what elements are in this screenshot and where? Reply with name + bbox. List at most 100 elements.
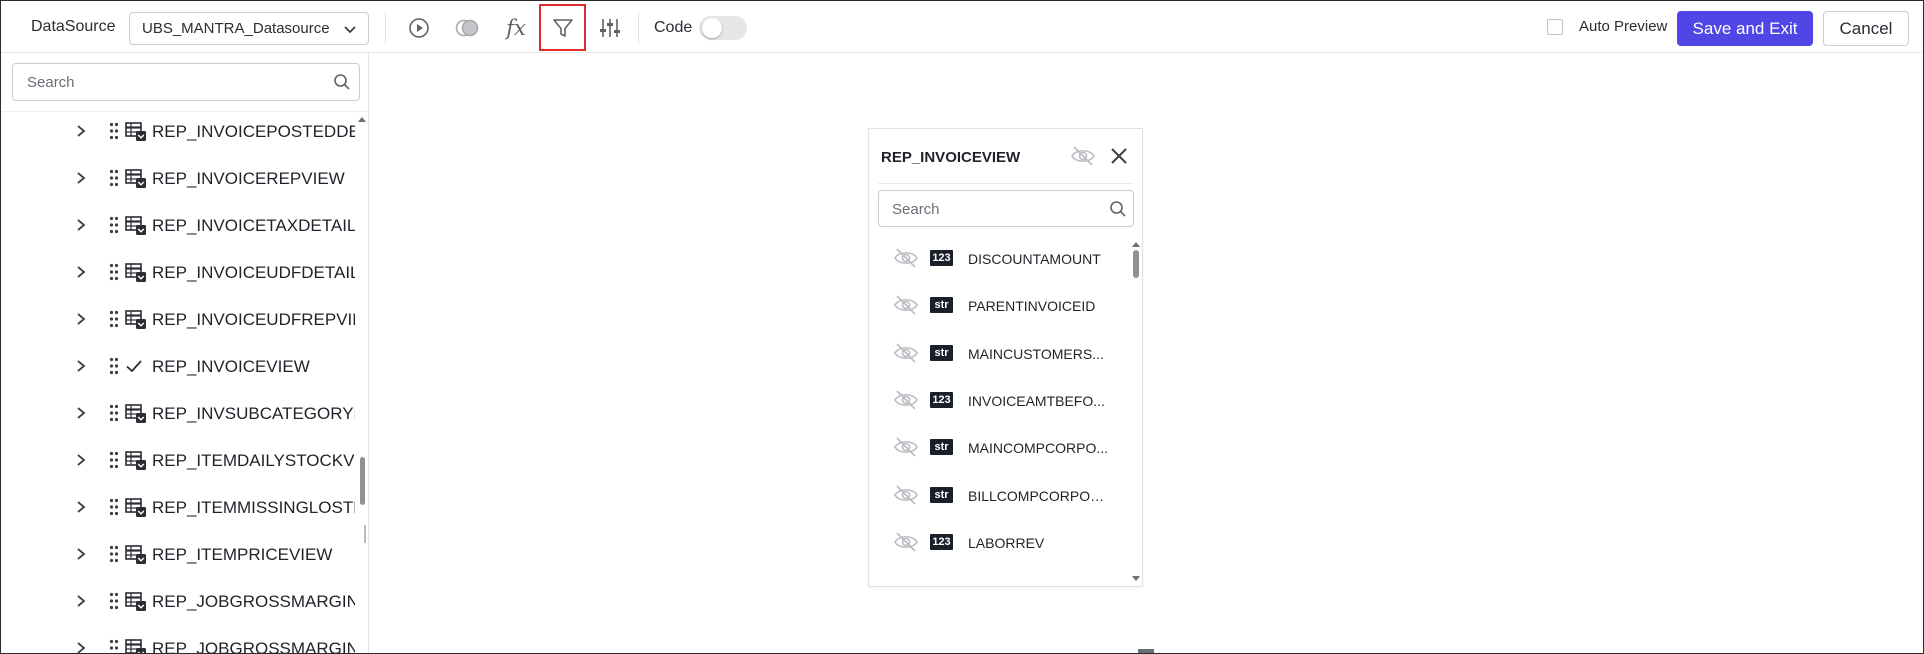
table-icon [125,122,146,141]
eye-off-icon[interactable] [893,247,919,269]
tree-item-label: REP_JOBGROSSMARGINS [152,639,355,654]
field-list-scrollbar-thumb[interactable] [1133,250,1139,278]
field-row[interactable]: str BILLCOMPCORPOR... [869,474,1129,521]
field-row[interactable]: str MAINCOMPCORPO... [869,426,1129,473]
scroll-up-arrow-icon[interactable] [1131,240,1141,248]
drag-handle-icon[interactable] [109,404,119,422]
eye-off-icon[interactable] [893,531,919,553]
chevron-right-icon[interactable] [74,171,88,185]
cancel-button[interactable]: Cancel [1823,11,1909,46]
table-icon [125,404,146,423]
code-label: Code [654,19,693,36]
chevron-right-icon[interactable] [74,218,88,232]
formula-button[interactable]: fx [501,13,531,43]
drag-handle-icon[interactable] [109,216,119,234]
table-icon [125,451,146,470]
field-name: MAINCUSTOMERS... [968,345,1104,362]
tree-item[interactable]: REP_ITEMPRICEVIEW [1,533,355,580]
table-icon [125,310,146,329]
tree-item-label: REP_INVOICEUDFREPVIEW [152,310,355,329]
tree-item[interactable]: REP_ITEMDAILYSTOCKVIE [1,439,355,486]
search-icon[interactable] [333,73,351,91]
table-field-panel[interactable]: REP_INVOICEVIEW 123 DISCOUNTAMOUNT str PARE… [868,128,1143,587]
toolbar: DataSource UBS_MANTRA_Datasource fx Code [1,1,1923,53]
drag-handle-icon[interactable] [109,592,119,610]
tree-scrollbar-thumb[interactable] [360,457,365,505]
tree-item[interactable]: REP_INVOICEREPVIEW [1,157,355,204]
chevron-right-icon[interactable] [74,406,88,420]
chevron-right-icon[interactable] [74,359,88,373]
settings-sliders-button[interactable] [595,13,625,43]
table-icon [125,545,146,564]
chevron-right-icon[interactable] [74,312,88,326]
field-search-input[interactable] [892,199,1092,219]
drag-handle-icon[interactable] [109,639,119,654]
drag-handle-icon[interactable] [109,357,119,375]
search-icon[interactable] [1109,200,1127,218]
tree-item[interactable]: REP_INVOICEUDFREPVIEW [1,298,355,345]
chevron-right-icon[interactable] [74,547,88,561]
field-row[interactable]: 123 LABORREV [869,521,1129,568]
field-name: INVOICEAMTBEFO... [968,392,1105,409]
field-row[interactable]: str PARENTINVOICEID [869,284,1129,331]
drag-handle-icon[interactable] [109,122,119,140]
chevron-right-icon[interactable] [74,453,88,467]
eye-off-icon[interactable] [893,294,919,316]
tree-item[interactable]: REP_INVSUBCATEGORYLO [1,392,355,439]
toggle-preview-button[interactable] [452,13,482,43]
design-canvas[interactable] [370,53,1923,653]
chevron-right-icon[interactable] [74,500,88,514]
toolbar-separator [385,13,386,43]
field-type-badge: str [930,344,953,361]
canvas-edge-handle[interactable] [1138,649,1154,653]
run-icon [409,18,429,38]
tree-item[interactable]: REP_JOBGROSSMARGIND [1,580,355,627]
field-type-badge: 123 [930,250,953,266]
save-and-exit-button[interactable]: Save and Exit [1677,11,1813,46]
drag-handle-icon[interactable] [109,169,119,187]
tree-item[interactable]: REP_INVOICETAXDETAILV [1,204,355,251]
eye-off-icon[interactable] [893,484,919,506]
field-type-badge: 123 [930,391,953,408]
tree-item[interactable]: REP_JOBGROSSMARGINS [1,627,355,654]
tree-item-label: REP_INVOICEPOSTEDDET [152,122,355,141]
drag-handle-icon[interactable] [109,310,119,328]
field-row[interactable]: 123 INVOICEAMTBEFO... [869,379,1129,426]
tree-item[interactable]: REP_INVOICEPOSTEDDET [1,113,355,157]
tree-item[interactable]: REP_ITEMMISSINGLOSTD [1,486,355,533]
sidebar-search-input[interactable] [27,72,317,92]
table-icon [125,169,146,188]
tree-item[interactable]: REP_INVOICEVIEW [1,345,355,392]
settings-sliders-icon [600,19,620,37]
filter-button[interactable] [539,4,586,51]
field-row[interactable]: str MAINCUSTOMERS... [869,332,1129,379]
chevron-right-icon[interactable] [74,265,88,279]
tree-item[interactable]: REP_INVOICEUDFDETAILV [1,251,355,298]
datasource-select[interactable]: UBS_MANTRA_Datasource [129,12,369,45]
formula-icon: fx [506,16,526,40]
chevron-down-icon [344,26,356,34]
panel-resize-handle-icon[interactable] [363,525,369,543]
drag-handle-icon[interactable] [109,545,119,563]
eye-off-icon[interactable] [893,436,919,458]
drag-handle-icon[interactable] [109,498,119,516]
code-toggle[interactable] [699,16,747,40]
eye-off-icon[interactable] [893,342,919,364]
scroll-up-arrow-icon[interactable] [357,115,367,123]
field-type-badge: str [930,297,953,314]
run-button[interactable] [404,13,434,43]
chevron-right-icon[interactable] [74,641,88,654]
chevron-right-icon[interactable] [74,594,88,608]
datasource-label: DataSource [31,18,116,35]
drag-handle-icon[interactable] [109,451,119,469]
eye-off-icon[interactable] [893,389,919,411]
scroll-down-arrow-icon[interactable] [1131,575,1141,583]
field-row[interactable]: 123 DISCOUNTAMOUNT [869,237,1129,284]
auto-preview-checkbox[interactable] [1547,19,1563,35]
sidebar-search [12,63,360,101]
toggle-preview-icon [455,19,479,37]
chevron-right-icon[interactable] [74,124,88,138]
drag-handle-icon[interactable] [109,263,119,281]
eye-off-icon[interactable] [1070,145,1096,167]
close-icon[interactable] [1109,146,1129,166]
